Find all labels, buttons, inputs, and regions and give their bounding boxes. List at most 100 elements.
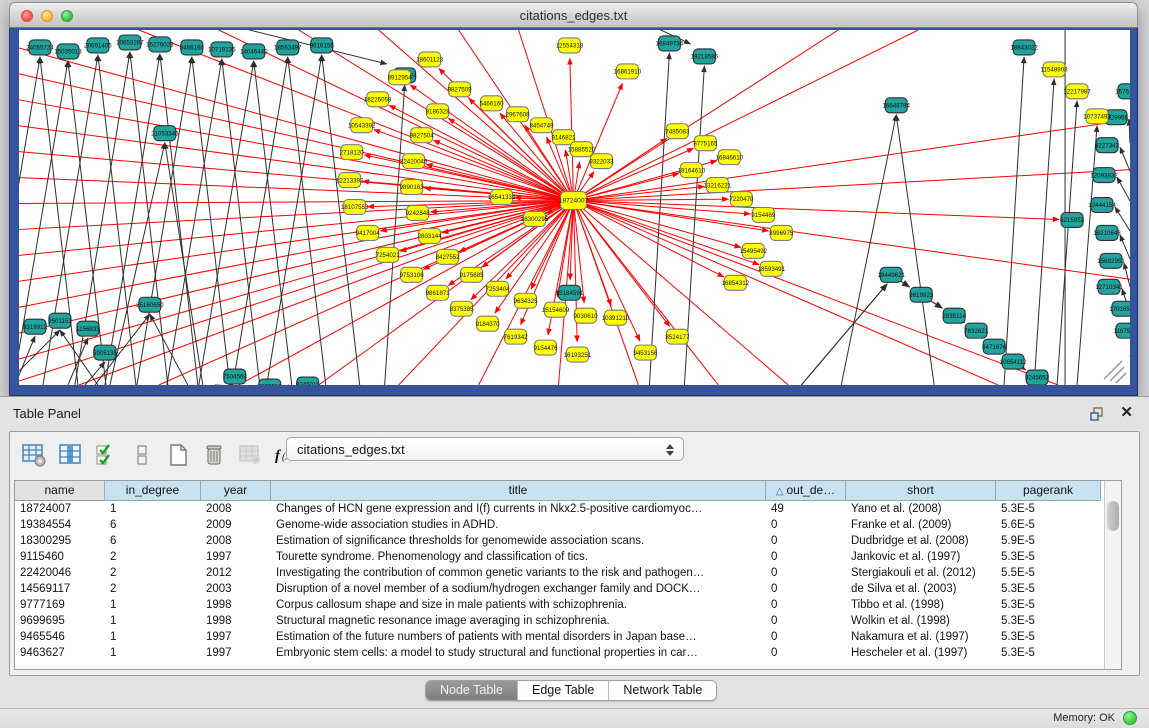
cell-short[interactable]: Wolkin et al. (1998) — [846, 613, 996, 629]
graph-node[interactable]: 8524177 — [665, 329, 690, 344]
cell-year[interactable]: 1997 — [201, 629, 271, 645]
column-header-out-de-[interactable]: △out_de… — [766, 481, 846, 501]
cell-short[interactable]: Stergiakouli et al. (2012) — [846, 565, 996, 581]
cell-pagerank[interactable]: 5.9E-5 — [996, 533, 1101, 549]
graph-node[interactable]: 8215953 — [1060, 212, 1085, 227]
float-panel-icon[interactable] — [1089, 406, 1105, 422]
graph-node[interactable]: 9242848 — [406, 206, 431, 221]
column-header-in-degree[interactable]: in_degree — [105, 481, 201, 501]
graph-node[interactable]: 15885520 — [568, 142, 596, 157]
graph-node[interactable]: 8912954 — [388, 70, 413, 85]
cell-title[interactable]: Estimation of significance thresholds fo… — [271, 533, 766, 549]
network-canvas[interactable]: 2405572415035013206914061065328715276023… — [19, 30, 1130, 385]
graph-node[interactable]: 9827509 — [448, 82, 473, 97]
graph-node[interactable]: 21053346 — [151, 126, 179, 141]
table-row[interactable]: 2242004622012Investigating the contribut… — [15, 565, 1104, 581]
graph-node[interactable]: 2718120 — [340, 145, 365, 160]
cell-name[interactable]: 9115460 — [15, 549, 105, 565]
cell-short[interactable]: Hescheler et al. (1997) — [846, 645, 996, 661]
graph-node[interactable]: 8471676 — [982, 339, 1007, 354]
cell-out-de-[interactable]: 0 — [766, 581, 846, 597]
graph-node[interactable]: 9453156 — [633, 345, 658, 360]
tab-network-table[interactable]: Network Table — [609, 681, 716, 700]
graph-node[interactable]: 14046440 — [240, 44, 268, 59]
cell-pagerank[interactable]: 5.3E-5 — [996, 597, 1101, 613]
graph-node[interactable]: 9890163 — [400, 180, 425, 195]
graph-node[interactable]: 2935114 — [942, 308, 966, 323]
graph-node[interactable]: 9616155 — [310, 38, 335, 53]
graph-node[interactable]: 9827504 — [410, 128, 435, 143]
graph-node[interactable]: 12213392 — [336, 173, 364, 188]
graph-node[interactable]: 12554318 — [556, 38, 584, 53]
graph-node[interactable]: 9245652 — [1025, 370, 1050, 385]
graph-node[interactable]: 11548908 — [1041, 62, 1069, 77]
graph-node[interactable]: 9184370 — [476, 316, 501, 331]
cell-title[interactable]: Investigating the contribution of common… — [271, 565, 766, 581]
graph-node[interactable]: 16861910 — [614, 64, 642, 79]
cell-out-de-[interactable]: 0 — [766, 597, 846, 613]
graph-node[interactable]: 12217987 — [1063, 84, 1091, 99]
graph-node[interactable]: 15184591 — [556, 285, 584, 300]
table-row[interactable]: 946362711997Embryonic stem cells: a mode… — [15, 645, 1104, 661]
graph-node[interactable]: 15154609 — [542, 302, 570, 317]
cell-out-de-[interactable]: 0 — [766, 549, 846, 565]
cell-year[interactable]: 1997 — [201, 549, 271, 565]
window-titlebar[interactable]: citations_edges.txt — [9, 2, 1138, 28]
cell-short[interactable]: Nakamura et al. (1997) — [846, 629, 996, 645]
graph-node[interactable]: 15692951 — [1097, 253, 1125, 268]
graph-node[interactable]: 8466160 — [180, 40, 205, 55]
graph-node[interactable]: 16648784 — [882, 98, 910, 113]
graph-node[interactable]: 15495492 — [740, 243, 768, 258]
graph-node[interactable]: 5905135 — [93, 345, 118, 360]
cell-name[interactable]: 19384554 — [15, 517, 105, 533]
graph-node[interactable]: 10737493 — [1083, 109, 1111, 124]
graph-node[interactable]: 18300295 — [521, 211, 549, 226]
graph-node[interactable]: 8996975 — [769, 225, 794, 240]
graph-node[interactable]: 7832621 — [964, 323, 989, 338]
graph-node[interactable]: 9245011 — [296, 377, 320, 385]
cell-year[interactable]: 2008 — [201, 501, 271, 517]
cell-title[interactable]: Genome-wide association studies in ADHD. — [271, 517, 766, 533]
memory-status-icon[interactable] — [1123, 711, 1137, 725]
cell-year[interactable]: 2003 — [201, 581, 271, 597]
delete-column-button[interactable] — [199, 440, 229, 470]
cell-in-degree[interactable]: 2 — [105, 581, 201, 597]
graph-node[interactable]: 3319912 — [23, 319, 48, 334]
graph-node[interactable]: 15035013 — [54, 44, 82, 59]
graph-node[interactable]: 16210643 — [1093, 225, 1121, 240]
column-header-year[interactable]: year — [201, 481, 271, 501]
table-row[interactable]: 969969511998Structural magnetic resonanc… — [15, 613, 1104, 629]
graph-node[interactable]: 9154469 — [751, 208, 776, 223]
graph-node[interactable]: 10653287 — [116, 35, 144, 50]
graph-node[interactable]: 20691406 — [84, 38, 112, 53]
close-panel-icon[interactable]: ✕ — [1120, 403, 1133, 421]
graph-node[interactable]: 16854312 — [722, 275, 750, 290]
cell-in-degree[interactable]: 1 — [105, 597, 201, 613]
graph-node[interactable]: 8838916 — [258, 379, 283, 385]
cell-in-degree[interactable]: 1 — [105, 613, 201, 629]
cell-year[interactable]: 2009 — [201, 517, 271, 533]
table-select-dropdown[interactable]: citations_edges.txt — [286, 437, 684, 461]
cell-pagerank[interactable]: 5.3E-5 — [996, 549, 1101, 565]
graph-node[interactable]: 9501151 — [48, 313, 72, 328]
graph-node[interactable]: 18601123 — [416, 52, 444, 67]
cell-in-degree[interactable]: 1 — [105, 501, 201, 517]
cell-out-de-[interactable]: 0 — [766, 517, 846, 533]
graph-node[interactable]: 16193251 — [564, 347, 592, 362]
graph-node[interactable]: 12444154 — [1088, 198, 1116, 213]
cell-title[interactable]: Embryonic stem cells: a model to study s… — [271, 645, 766, 661]
graph-node[interactable]: 16849734 — [656, 36, 684, 51]
cell-pagerank[interactable]: 5.3E-5 — [996, 501, 1101, 517]
table-options-button[interactable] — [19, 440, 49, 470]
column-header-pagerank[interactable]: pagerank — [996, 481, 1101, 501]
cell-short[interactable]: de Silva et al. (2003) — [846, 581, 996, 597]
column-header-short[interactable]: short — [846, 481, 996, 501]
graph-node[interactable]: 9861871 — [426, 285, 451, 300]
cell-out-de-[interactable]: 0 — [766, 629, 846, 645]
table-row[interactable]: 946554611997Estimation of the future num… — [15, 629, 1104, 645]
cell-in-degree[interactable]: 1 — [105, 629, 201, 645]
cell-out-de-[interactable]: 49 — [766, 501, 846, 517]
graph-node[interactable]: 17016534 — [1109, 301, 1130, 316]
table-row[interactable]: 911546021997Tourette syndrome. Phenomeno… — [15, 549, 1104, 565]
graph-node[interactable]: 5466160 — [480, 96, 505, 111]
